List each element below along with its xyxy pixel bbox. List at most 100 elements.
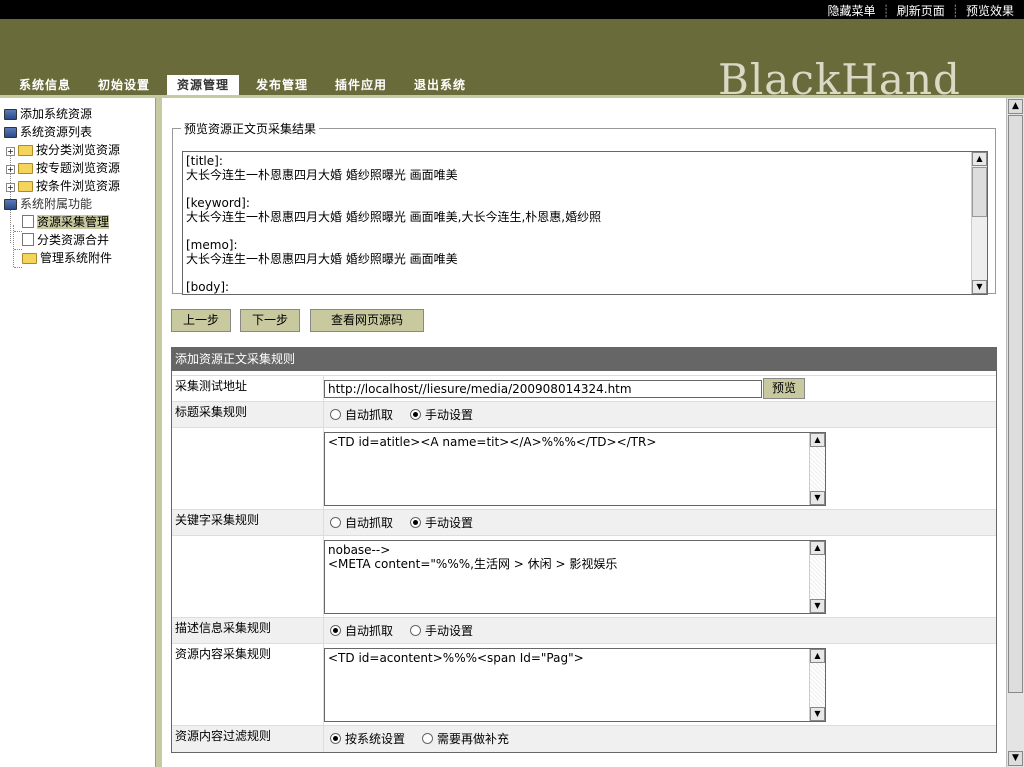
rule-row-title: 标题采集规则 自动抓取 手动设置 [172, 401, 996, 427]
radio-button[interactable] [410, 409, 421, 420]
preview-line: [body]: [186, 280, 230, 294]
rule-label [172, 428, 324, 509]
view-source-button[interactable]: 查看网页源码 [310, 309, 424, 332]
rule-row-test-url: 采集测试地址 http://localhost//liesure/media/2… [172, 375, 996, 401]
sidebar-item-resource-list[interactable]: 系统资源列表 [4, 123, 92, 141]
rule-value: 按系统设置 需要再做补充 [324, 726, 996, 752]
sidebar-item-merge-category[interactable]: 分类资源合并 [22, 231, 109, 249]
scroll-up-icon[interactable]: ▲ [1008, 99, 1023, 114]
sidebar-item-add-resource[interactable]: 添加系统资源 [4, 105, 92, 123]
filter-extra-radio[interactable]: 需要再做补充 [422, 730, 509, 747]
scroll-up-icon[interactable]: ▲ [810, 541, 825, 555]
preview-button[interactable]: 预览 [763, 378, 805, 399]
rules-panel: 添加资源正文采集规则 采集测试地址 http://localhost//lies… [171, 347, 997, 753]
tab-system-info[interactable]: 系统信息 [10, 75, 80, 95]
rule-label: 关键字采集规则 [172, 510, 324, 535]
tree-line [14, 231, 22, 232]
textarea-scrollbar[interactable]: ▲ ▼ [809, 649, 825, 721]
rule-row-filter: 资源内容过滤规则 按系统设置 需要再做补充 [172, 725, 996, 752]
sidebar-item-browse-by-condition[interactable]: + 按条件浏览资源 [6, 177, 120, 195]
radio-button[interactable] [422, 733, 433, 744]
computer-icon [4, 127, 17, 138]
document-icon [22, 215, 34, 228]
scroll-up-icon[interactable]: ▲ [810, 649, 825, 663]
keyword-manual-radio[interactable]: 手动设置 [410, 514, 473, 531]
rule-label: 资源内容过滤规则 [172, 726, 324, 752]
preview-effect-link[interactable]: 预览效果 [966, 4, 1014, 18]
radio-button[interactable] [330, 409, 341, 420]
tab-resource-management[interactable]: 资源管理 [167, 75, 239, 95]
sidebar-item-auxiliary-functions[interactable]: 系统附属功能 [4, 195, 92, 213]
content-rule-textarea[interactable]: <TD id=acontent>%%%<span Id="Pag"> ▲ ▼ [324, 648, 826, 722]
radio-button[interactable] [330, 733, 341, 744]
tab-initial-settings[interactable]: 初始设置 [88, 75, 160, 95]
expand-icon[interactable]: + [6, 165, 15, 174]
textarea-content: <TD id=acontent>%%%<span Id="Pag"> [328, 651, 584, 665]
preview-line: [memo]: [186, 238, 238, 252]
sidebar-item-collection-management[interactable]: 资源采集管理 [22, 213, 110, 231]
sidebar-item-label: 添加系统资源 [20, 107, 93, 121]
radio-label: 自动抓取 [345, 408, 394, 422]
memo-manual-radio[interactable]: 手动设置 [410, 622, 473, 639]
rule-value: <TD id=acontent>%%%<span Id="Pag"> ▲ ▼ [324, 644, 996, 725]
title-manual-radio[interactable]: 手动设置 [410, 406, 473, 423]
sidebar: 添加系统资源 系统资源列表 + 按分类浏览资源 + 按专题浏览资源 + 按条件浏览资源… [0, 98, 156, 767]
radio-button[interactable] [330, 517, 341, 528]
scroll-down-icon[interactable]: ▼ [810, 491, 825, 505]
sidebar-item-label: 系统资源列表 [20, 125, 93, 139]
radio-button[interactable] [410, 625, 421, 636]
tab-publish-management[interactable]: 发布管理 [246, 75, 318, 95]
preview-line: [title]: [186, 154, 223, 168]
sidebar-item-browse-by-topic[interactable]: + 按专题浏览资源 [6, 159, 120, 177]
preview-line: [keyword]: [186, 196, 250, 210]
radio-label: 需要再做补充 [437, 732, 510, 746]
next-step-button[interactable]: 下一步 [240, 309, 300, 332]
top-links: 隐藏菜单 ┊ 刷新页面 ┊ 预览效果 [827, 2, 1014, 19]
sidebar-item-label: 分类资源合并 [37, 233, 110, 247]
radio-button[interactable] [330, 625, 341, 636]
hide-menu-link[interactable]: 隐藏菜单 [827, 4, 875, 18]
main-content: 预览资源正文页采集结果 [title]: 大长今连生一朴恩惠四月大婚 婚纱照曝光… [162, 98, 1006, 767]
test-url-input[interactable]: http://localhost//liesure/media/20090801… [324, 380, 762, 398]
memo-auto-radio[interactable]: 自动抓取 [330, 622, 393, 639]
folder-icon [18, 163, 33, 174]
preview-scrollbar[interactable]: ▲ ▼ [971, 152, 987, 294]
title-rule-textarea[interactable]: <TD id=atitle><A name=tit></A>%%%</TD></… [324, 432, 826, 506]
textarea-scrollbar[interactable]: ▲ ▼ [809, 433, 825, 505]
textarea-scrollbar[interactable]: ▲ ▼ [809, 541, 825, 613]
keyword-rule-textarea[interactable]: nobase--> <META content="%%%,生活网 > 休闲 > … [324, 540, 826, 614]
radio-label: 手动设置 [425, 624, 474, 638]
refresh-page-link[interactable]: 刷新页面 [897, 4, 945, 18]
scroll-up-icon[interactable]: ▲ [972, 152, 987, 166]
keyword-auto-radio[interactable]: 自动抓取 [330, 514, 393, 531]
radio-button[interactable] [410, 517, 421, 528]
tab-exit-system[interactable]: 退出系统 [404, 75, 476, 95]
sidebar-item-label: 管理系统附件 [40, 251, 113, 265]
preview-line: 大长今连生一朴恩惠四月大婚 婚纱照曝光 画面唯美 [186, 168, 458, 182]
tab-plugin-apps[interactable]: 插件应用 [325, 75, 397, 95]
prev-step-button[interactable]: 上一步 [171, 309, 231, 332]
folder-icon [18, 145, 33, 156]
preview-line: 大长今连生一朴恩惠四月大婚 婚纱照曝光 画面唯美 [186, 252, 458, 266]
sidebar-item-manage-attachments[interactable]: 管理系统附件 [22, 249, 112, 267]
sidebar-item-browse-by-category[interactable]: + 按分类浏览资源 [6, 141, 120, 159]
rule-label: 资源内容采集规则 [172, 644, 324, 725]
expand-icon[interactable]: + [6, 147, 15, 156]
rule-value: 自动抓取 手动设置 [324, 510, 996, 535]
rule-value: http://localhost//liesure/media/20090801… [324, 376, 996, 401]
scroll-down-icon[interactable]: ▼ [972, 280, 987, 294]
scroll-thumb[interactable] [1008, 115, 1023, 693]
scroll-up-icon[interactable]: ▲ [810, 433, 825, 447]
scroll-down-icon[interactable]: ▼ [810, 707, 825, 721]
preview-textarea[interactable]: [title]: 大长今连生一朴恩惠四月大婚 婚纱照曝光 画面唯美 [keywo… [182, 151, 988, 295]
scroll-down-icon[interactable]: ▼ [1008, 751, 1023, 766]
title-auto-radio[interactable]: 自动抓取 [330, 406, 393, 423]
radio-label: 手动设置 [425, 408, 474, 422]
page-scrollbar[interactable]: ▲ ▼ [1006, 98, 1024, 767]
filter-system-radio[interactable]: 按系统设置 [330, 730, 405, 747]
preview-fieldset: 预览资源正文页采集结果 [title]: 大长今连生一朴恩惠四月大婚 婚纱照曝光… [172, 120, 996, 295]
tree-line [14, 267, 22, 268]
expand-icon[interactable]: + [6, 183, 15, 192]
scroll-down-icon[interactable]: ▼ [810, 599, 825, 613]
scroll-thumb[interactable] [972, 167, 987, 217]
